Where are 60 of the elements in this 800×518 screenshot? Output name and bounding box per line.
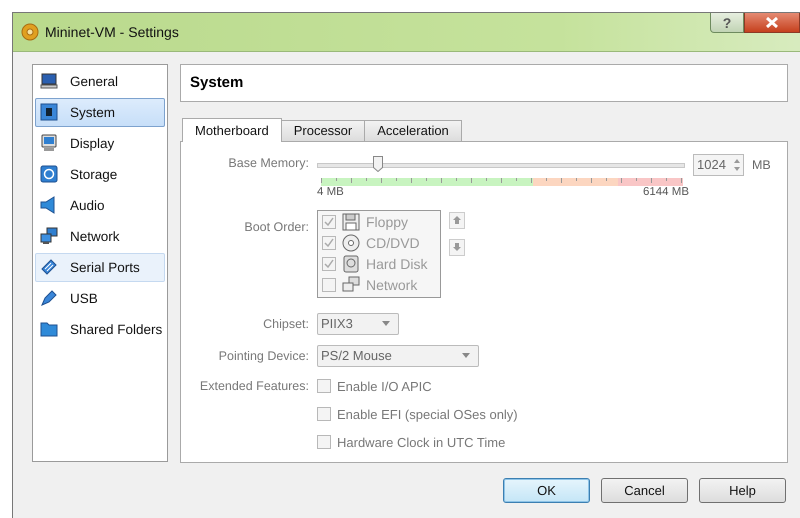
- sidebar-item[interactable]: Shared Folders: [35, 314, 165, 344]
- memory-slider[interactable]: [317, 156, 685, 174]
- sidebar-item[interactable]: Network: [35, 222, 165, 251]
- field-label: Pointing Device:: [218, 348, 309, 365]
- memory-spinbox[interactable]: 1024: [693, 154, 744, 176]
- tab[interactable]: Motherboard: [182, 118, 282, 142]
- sidebar-item[interactable]: USB: [35, 284, 165, 313]
- checkbox[interactable]: [317, 379, 331, 394]
- floppy-icon: [342, 213, 360, 232]
- close-icon: [765, 17, 779, 28]
- caret-icon: [382, 321, 390, 326]
- checkbox[interactable]: [317, 407, 331, 422]
- dialog-button[interactable]: OK: [503, 478, 590, 503]
- close-button[interactable]: [744, 13, 800, 33]
- slider-thumb[interactable]: [373, 156, 384, 172]
- field-label: Boot Order:: [243, 220, 309, 236]
- pointing-device-dropdown[interactable]: PS/2 Mouse: [317, 344, 479, 367]
- window-title: Mininet-VM - Settings: [45, 24, 179, 40]
- sidebar-item[interactable]: General: [35, 66, 165, 96]
- dialog-button[interactable]: Cancel: [601, 478, 688, 503]
- sidebar-item[interactable]: System: [35, 98, 165, 127]
- move-down-button[interactable]: [449, 238, 465, 256]
- unit-label: MB: [752, 158, 771, 172]
- checkbox[interactable]: [317, 435, 331, 450]
- tab[interactable]: Acceleration: [364, 120, 462, 141]
- gear-icon: [21, 22, 39, 41]
- connector-icon: [40, 258, 58, 276]
- plug-icon: [40, 289, 58, 308]
- chip-icon: [40, 103, 58, 122]
- page-title: System: [180, 64, 788, 102]
- checkbox-label: Hardware Clock in UTC Time: [337, 434, 506, 450]
- min-label: 4 MB: [317, 186, 344, 198]
- field-label: Extended Features:: [198, 378, 309, 394]
- sidebar-item[interactable]: Display: [35, 128, 165, 158]
- field-label: Chipset:: [262, 316, 309, 333]
- folder-icon: [40, 320, 58, 338]
- max-label: 6144 MB: [642, 186, 689, 198]
- field-label: Base Memory:: [227, 154, 309, 172]
- checkbox-label: Enable EFI (special OSes only): [337, 406, 518, 422]
- network-icon: [40, 227, 58, 246]
- checkbox[interactable]: [322, 278, 336, 292]
- move-up-button[interactable]: [449, 212, 465, 229]
- checkbox[interactable]: [322, 236, 336, 250]
- display-icon: [40, 134, 58, 152]
- dialog-button[interactable]: Help: [699, 478, 786, 503]
- disc-icon: [342, 234, 360, 252]
- checkbox[interactable]: [322, 215, 336, 230]
- chipset-dropdown[interactable]: PIIX3: [317, 312, 399, 335]
- network-icon: [342, 276, 360, 294]
- arrow-down-icon: [452, 242, 462, 252]
- sidebar-item[interactable]: Storage: [35, 160, 165, 189]
- caret-icon: [462, 353, 470, 358]
- checkbox[interactable]: [322, 257, 336, 272]
- help-button[interactable]: ?: [710, 13, 744, 33]
- sidebar-item[interactable]: Serial Ports: [35, 252, 165, 282]
- tab[interactable]: Processor: [280, 120, 366, 141]
- sidebar-item[interactable]: Audio: [35, 190, 165, 220]
- monitor-icon: [40, 72, 58, 90]
- arrow-up-icon: [452, 215, 462, 226]
- checkbox-label: Enable I/O APIC: [337, 378, 432, 394]
